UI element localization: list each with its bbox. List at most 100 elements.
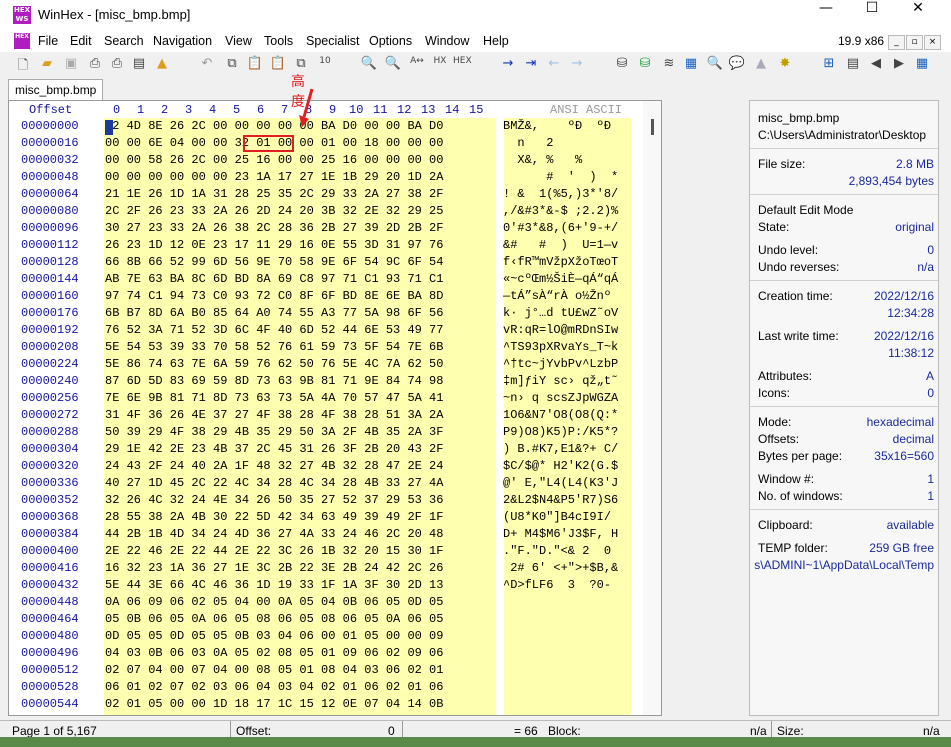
ascii-row[interactable]: n 2 [503,136,618,150]
find-text-icon[interactable]: 🔍 [360,56,378,74]
maximize-button[interactable]: ☐ [849,0,895,30]
ram-editor-icon[interactable]: ⛁ [636,56,654,74]
ascii-row[interactable]: # ' ) * [503,170,618,184]
analyze-icon[interactable]: ≋ [660,56,678,74]
ascii-row[interactable]: 1O6&N7'O8(O8(Q:* [503,408,618,422]
hex-row[interactable]: 02 01 05 00 00 1D 18 17 1C 15 12 0E 07 0… [105,697,443,711]
ascii-row[interactable]: —tÁ”sÀ“rÀ o½Žnº [503,289,618,303]
vertical-scrollbar[interactable] [643,101,661,715]
hex-row[interactable]: 0A 06 09 06 02 05 04 00 0A 05 04 0B 06 0… [105,595,443,609]
ascii-row[interactable]: k· j°…d tU£wZ˜oV [503,306,618,320]
ascii-row[interactable]: BMŽ&, ºÐ ºÐ [503,119,611,133]
ascii-row[interactable]: ,/&#3*&-$ ;2.2)% [503,204,618,218]
hex-search-icon[interactable]: HEX [453,56,472,74]
hex-row[interactable]: 00 00 00 00 00 00 23 1A 17 27 1E 1B 29 2… [105,170,443,184]
next-add-icon[interactable]: ▶ [890,56,908,74]
save-all-icon[interactable]: ⎙ [86,56,104,74]
hex-row[interactable]: 0D 05 05 0D 05 05 0B 03 04 06 00 01 05 0… [105,629,443,643]
hex-row[interactable]: 02 07 04 00 07 04 00 08 05 01 08 04 03 0… [105,663,443,677]
hex-row[interactable]: 00 00 58 26 2C 00 25 16 00 00 25 16 00 0… [105,153,443,167]
ascii-row[interactable]: f‹fR™mVžpXžoTœoT [503,255,618,269]
properties-icon[interactable]: ▤ [130,56,148,74]
case-icon[interactable]: ⊞ [820,56,838,74]
hex-row[interactable]: 29 1E 42 2E 23 4B 37 2C 45 31 26 3F 2B 2… [105,442,443,456]
hex-row[interactable]: 06 01 02 07 02 03 06 04 03 04 02 01 06 0… [105,680,443,694]
ascii-row[interactable]: &# # ) U=1—v [503,238,618,252]
hex-row[interactable]: 66 8B 66 52 99 6D 56 9E 70 58 9E 6F 54 9… [105,255,443,269]
ascii-row[interactable]: ."F."D."<& 2 0 [503,544,618,558]
ascii-row[interactable]: (U8*K0"]B4cI9I/ [503,510,618,524]
ascii-row[interactable]: ! & 1(%5,)3*'8/ [503,187,618,201]
menu-view[interactable]: View [225,34,252,48]
hex-row[interactable]: 21 1E 26 1D 1A 31 28 25 35 2C 29 33 2A 2… [105,187,443,201]
ascii-row[interactable]: ^D>fLF6 3 ?0- [503,578,618,592]
new-file-icon[interactable]: 🗋 [14,56,32,74]
hex-row[interactable]: 5E 54 53 39 33 70 58 52 76 61 59 73 5F 5… [105,340,443,354]
calculator-icon[interactable]: ▦ [682,56,700,74]
ascii-row[interactable]: ^†tc~jYvbPv^LzbP [503,357,618,371]
hex-row[interactable]: 6B B7 8D 6A B0 85 64 A0 74 55 A3 77 5A 9… [105,306,443,320]
hex-row[interactable]: 97 74 C1 94 73 C0 93 72 C0 8F 6F BD 8E 6… [105,289,443,303]
ascii-row[interactable]: 2&L2$N4&P5'R7)S6 [503,493,618,507]
menu-file[interactable]: File [38,34,58,48]
prev-icon[interactable]: ◀ [867,56,885,74]
open-folder-icon[interactable]: ▰ [38,56,56,74]
hex-row[interactable]: 42 4D 8E 26 2C 00 00 00 00 00 BA D0 00 0… [105,119,443,133]
ascii-row[interactable]: P9)O8)K5)P:/K5*? [503,425,618,439]
hex-row[interactable]: 30 27 23 33 2A 26 38 2C 28 36 2B 27 39 2… [105,221,443,235]
binary-icon[interactable]: 10 [316,56,334,74]
ascii-row[interactable]: ‡m]ƒiY sc› qž„t˜ [503,374,618,388]
ascii-row[interactable]: ~n› q scsZJpWGZA [503,391,618,405]
ascii-row[interactable]: «~cºŒm½ŠiÈ—qÁ“qÁ [503,272,618,286]
find-hex-icon[interactable]: 🔍 [384,56,402,74]
menu-options[interactable]: Options [369,34,412,48]
ascii-row[interactable]: 2# 6' <+">+$B,& [503,561,618,575]
ascii-row[interactable]: ^TS93pXRvaYs_T~k [503,340,618,354]
close-button[interactable]: ✕ [895,0,941,30]
image-icon[interactable]: ▲ [752,56,770,74]
ascii-row[interactable]: D+ M4$M6'J3$F, H [503,527,618,541]
hex-row[interactable]: 28 55 38 2A 4B 30 22 5D 42 34 63 49 39 4… [105,510,443,524]
report-icon[interactable]: ▤ [844,56,862,74]
back-icon[interactable]: ← [545,56,563,74]
menu-navigation[interactable]: Navigation [153,34,212,48]
settings-icon[interactable]: ✸ [776,56,794,74]
hex-row[interactable]: 24 43 2F 24 40 2A 1F 48 32 27 4B 32 28 4… [105,459,443,473]
goto-sector-icon[interactable]: ⇥ [522,56,540,74]
status-offset-label[interactable]: Offset: [236,724,271,738]
ascii-row[interactable]: $C/$@* H2'K2(G.$ [503,459,618,473]
hex-row[interactable]: 40 27 1D 45 2C 22 4C 34 28 4C 34 28 4B 3… [105,476,443,490]
document-menu-icon[interactable]: HEX [14,33,30,49]
tab-misc-bmp[interactable]: misc_bmp.bmp [8,79,104,101]
hex-row[interactable]: 5E 44 3E 66 4C 46 36 1D 19 33 1F 1A 3F 3… [105,578,443,592]
hex-row[interactable]: 26 23 1D 12 0E 23 17 11 29 16 0E 55 3D 3… [105,238,443,252]
replace-text-icon[interactable]: A↔ [408,56,426,74]
hex-row[interactable]: 44 2B 1B 4D 34 24 4D 36 27 4A 33 24 46 2… [105,527,443,541]
copy-icon[interactable]: ⧉ [223,56,241,74]
forward-icon[interactable]: → [568,56,586,74]
hex-row[interactable]: 50 39 29 4F 38 29 4B 35 29 50 3A 2F 4B 3… [105,425,443,439]
hex-row[interactable]: 31 4F 36 26 4E 37 27 4F 38 28 4F 38 28 5… [105,408,443,422]
hex-row[interactable]: 76 52 3A 71 52 3D 6C 4F 40 6D 52 44 6E 5… [105,323,443,337]
comment-icon[interactable]: 💬 [728,56,746,74]
menu-tools[interactable]: Tools [264,34,293,48]
undo-icon[interactable]: ↶ [198,56,216,74]
hex-editor-pane[interactable]: Offset 0 1 2 3 4 5 6 7 8 9 10 11 12 13 1… [8,100,662,716]
status-offset-value[interactable]: 0 [388,724,395,738]
menu-search[interactable]: Search [104,34,144,48]
hex-row[interactable]: AB 7E 63 BA 8C 6D BD 8A 69 C8 97 71 C1 9… [105,272,443,286]
ascii-row[interactable]: X&, % % [503,153,618,167]
hex-row[interactable]: 2C 2F 26 23 33 2A 26 2D 24 20 3B 32 2E 3… [105,204,443,218]
paste-icon[interactable]: 📋 [246,56,264,74]
mdi-close-button[interactable]: × [924,35,941,50]
hex-row[interactable]: 2E 22 46 2E 22 44 2E 22 3C 26 1B 32 20 1… [105,544,443,558]
menu-window[interactable]: Window [425,34,469,48]
ascii-row[interactable]: vR:qR=lO@mRDnSIw [503,323,618,337]
ascii-row[interactable]: 0'#3*&8,(6+'9-+/ [503,221,618,235]
ascii-row[interactable]: ) B.#K7,E1&?+ C/ [503,442,618,456]
hex-row[interactable]: 7E 6E 9B 81 71 8D 73 63 73 5A 4A 70 57 4… [105,391,443,405]
menu-specialist[interactable]: Specialist [306,34,360,48]
save-icon[interactable]: ▣ [62,56,80,74]
hex-row[interactable]: 32 26 4C 32 24 4E 34 26 50 35 27 52 37 2… [105,493,443,507]
zoom-icon[interactable]: 🔍 [706,56,724,74]
